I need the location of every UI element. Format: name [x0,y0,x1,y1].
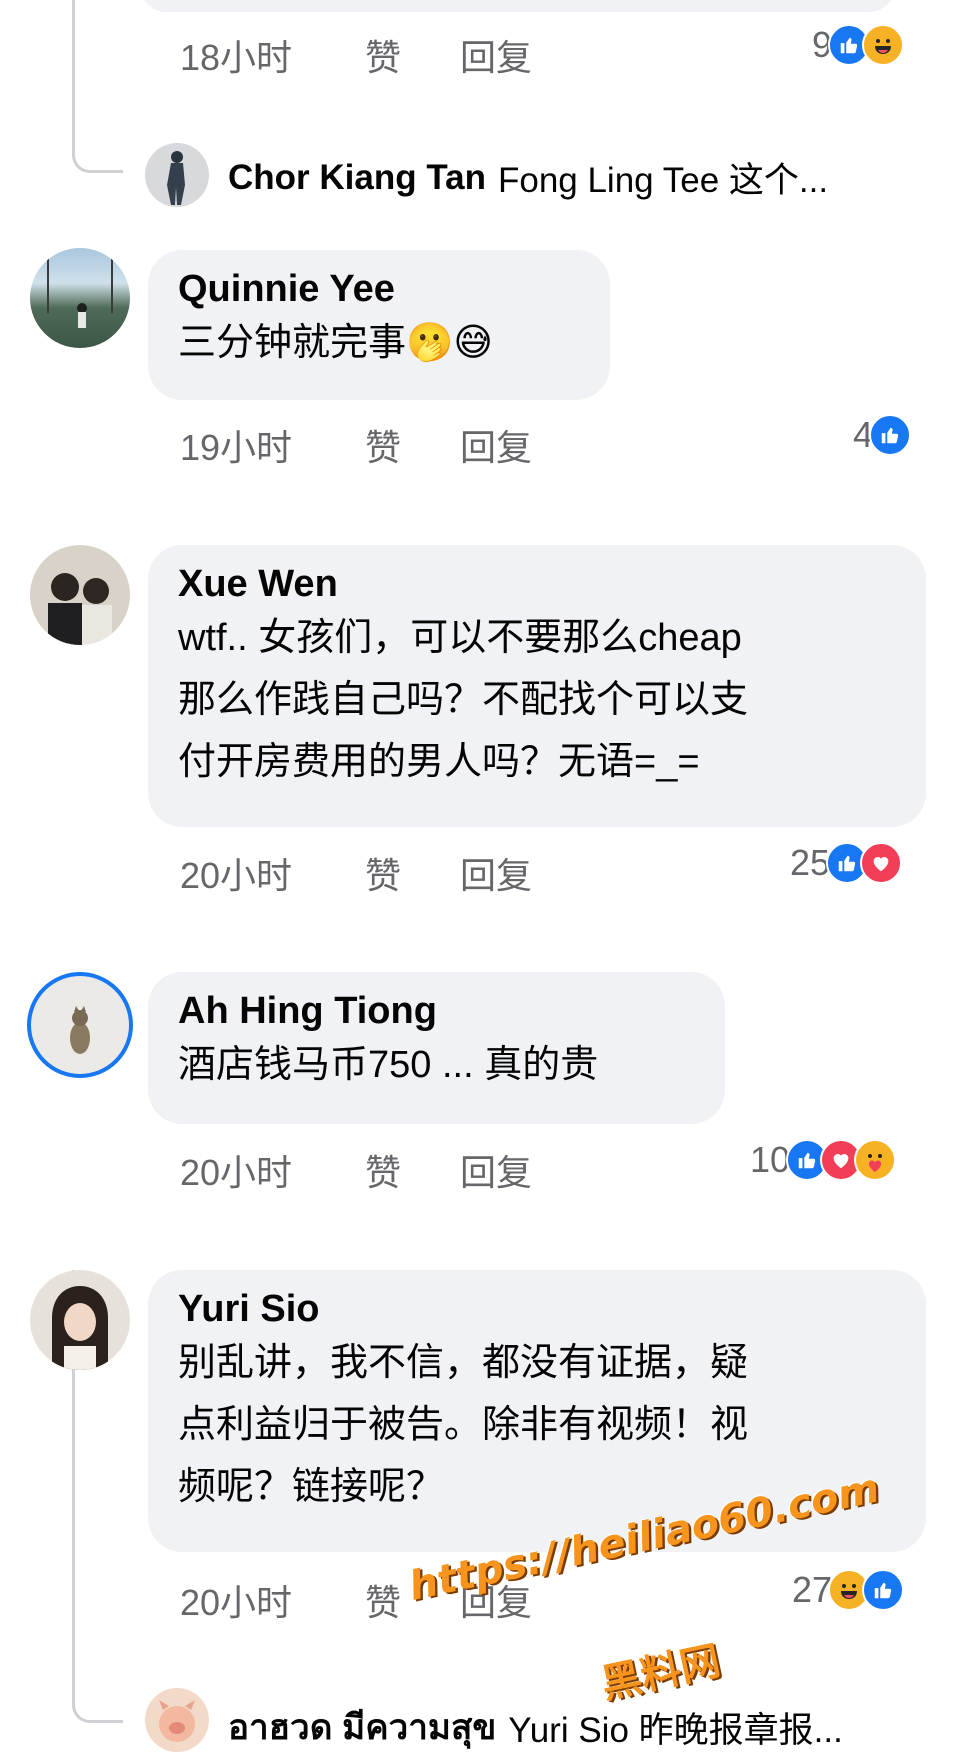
reaction-summary[interactable]: 27 [792,1567,905,1613]
reaction-count: 27 [792,1569,833,1610]
reaction-count: 25 [790,842,831,883]
comment-time[interactable]: 18小时 [180,29,365,81]
comment-bubble: Xue Wen wtf.. 女孩们，可以不要那么cheap 那么作践自己吗？不配… [148,545,926,827]
comment-time[interactable]: 20小时 [180,1144,365,1196]
like-button[interactable]: 赞 [365,1144,460,1196]
reply-button[interactable]: 回复 [460,1144,532,1196]
like-button[interactable]: 赞 [365,847,460,899]
comment-bubble: Ah Hing Tiong 酒店钱马币750 ... 真的贵 [148,972,725,1124]
reply-button[interactable]: 回复 [460,29,532,81]
reply-row[interactable]: Chor Kiang Tan Fong Ling Tee 这个... [228,152,828,203]
comment-time[interactable]: 20小时 [180,1574,365,1626]
haha-reaction-icon [862,24,905,66]
reply-preview: Fong Ling Tee 这个... [497,161,829,200]
comment-author[interactable]: Quinnie Yee [178,266,580,312]
thread-elbow-top [72,100,123,173]
reaction-summary[interactable]: 10 [750,1137,897,1183]
comment-meta: 20小时 赞 回复 [180,848,532,898]
comment-bubble: Quinnie Yee 三分钟就完事🫢😅 [148,250,610,400]
comment-text: 酒店钱马币750 ... 真的贵 [178,1044,599,1086]
comment-author[interactable]: Yuri Sio [178,1286,896,1332]
reply-button[interactable]: 回复 [460,847,532,899]
comment-author[interactable]: Xue Wen [178,561,896,607]
care-reaction-icon [854,1139,897,1181]
avatar[interactable] [30,1270,130,1370]
reaction-summary[interactable]: 4 [853,412,912,458]
reply-author[interactable]: Chor Kiang Tan [228,158,486,198]
love-reaction-icon [860,842,903,884]
thread-elbow-yuri [72,1680,123,1723]
reply-author[interactable]: อาฮวด มีความสุข [228,1700,496,1755]
comment-time[interactable]: 20小时 [180,847,365,899]
reply-row[interactable]: อาฮวด มีความสุข Yuri Sio 昨晚报章报... [228,1700,843,1755]
avatar[interactable] [145,143,209,207]
avatar[interactable] [30,545,130,645]
comment-bubble-previous [140,0,895,12]
comment-meta: 18小时 赞 回复 [180,30,532,80]
reply-preview: Yuri Sio 昨晚报章报... [508,1711,843,1750]
like-button[interactable]: 赞 [365,419,460,471]
comment-author[interactable]: Ah Hing Tiong [178,988,695,1034]
reply-button[interactable]: 回复 [460,419,532,471]
thread-line-top [72,0,75,105]
watermark-label: 黑料网 [597,1637,725,1708]
avatar[interactable] [145,1688,209,1752]
like-reaction-icon [869,414,912,456]
reaction-summary[interactable]: 25 [790,840,903,886]
reaction-summary[interactable]: 9 [812,22,905,68]
comment-time[interactable]: 19小时 [180,419,365,471]
comment-text: 三分钟就完事🫢😅 [178,322,493,364]
avatar[interactable] [30,248,130,348]
comment-text: wtf.. 女孩们，可以不要那么cheap 那么作践自己吗？不配找个可以支 付开… [178,617,749,783]
like-button[interactable]: 赞 [365,29,460,81]
like-reaction-icon [862,1569,905,1611]
comment-meta: 19小时 赞 回复 [180,420,532,470]
reaction-count: 10 [750,1139,791,1180]
avatar[interactable] [27,972,133,1078]
comment-meta: 20小时 赞 回复 [180,1145,532,1195]
